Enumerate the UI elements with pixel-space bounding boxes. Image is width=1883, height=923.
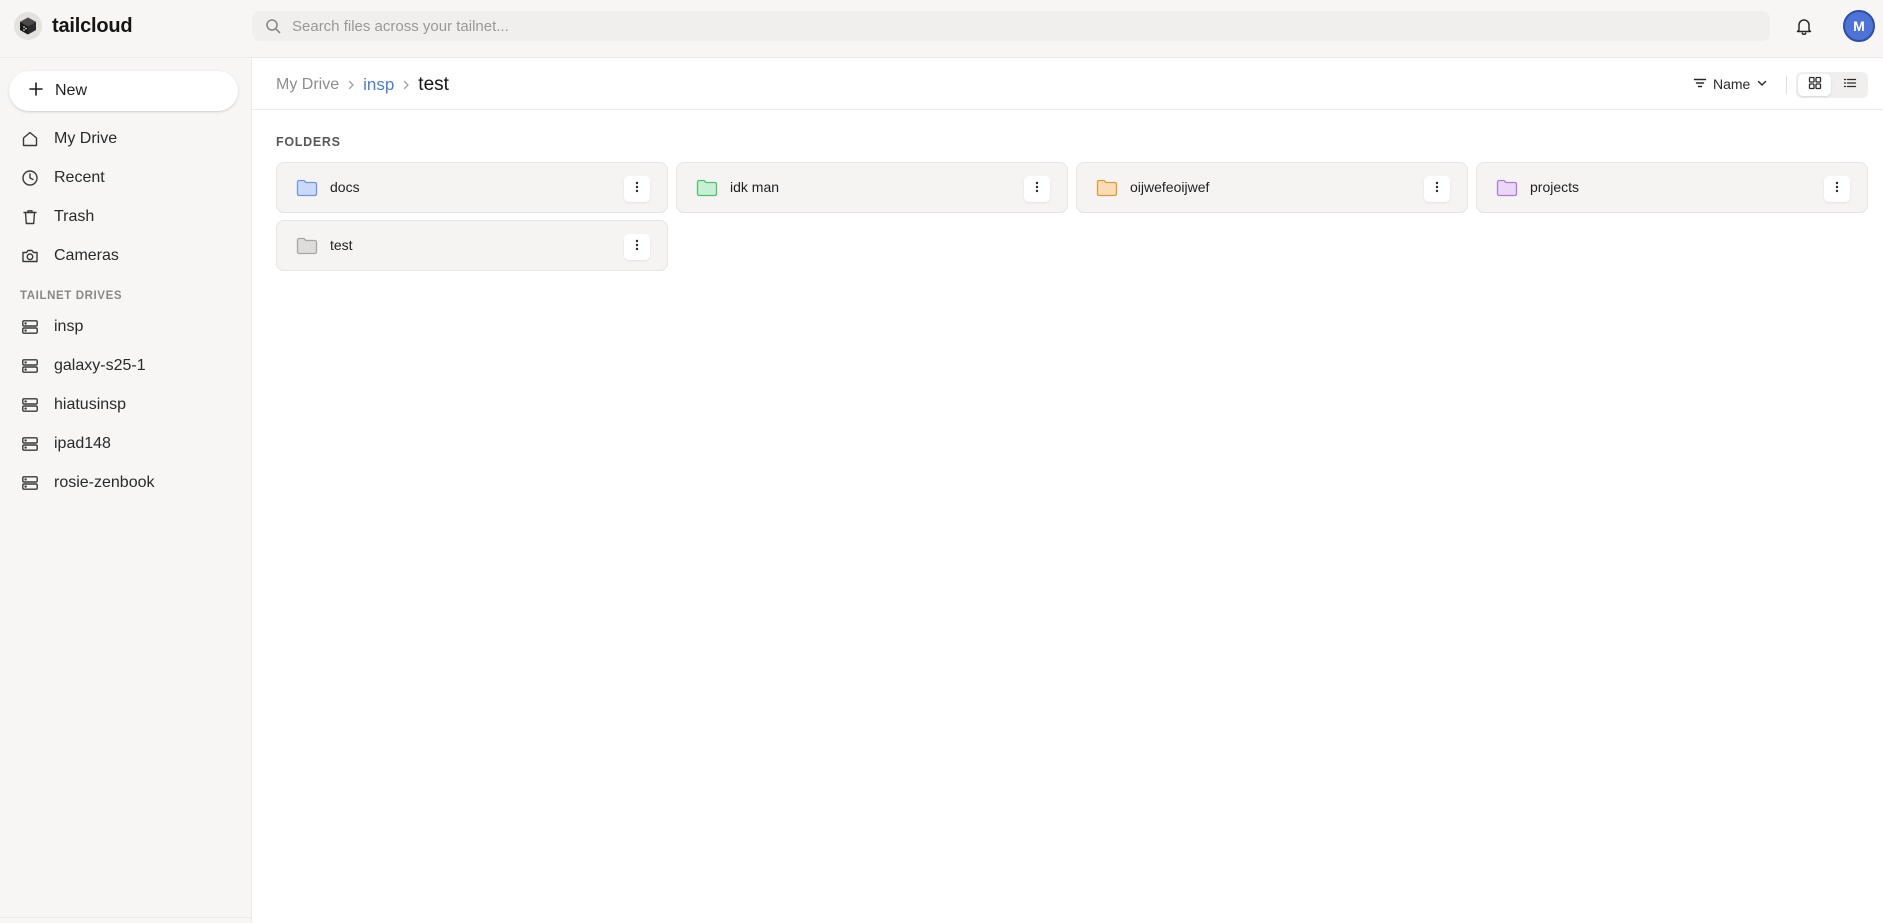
search-bar <box>252 11 1770 41</box>
sidebar-item-recent[interactable]: Recent <box>9 160 238 196</box>
toolbar-divider <box>1786 76 1787 94</box>
folder-icon <box>1496 179 1518 197</box>
new-button-label: New <box>55 82 88 99</box>
chevron-right-icon <box>345 79 357 91</box>
app-name: tailcloud <box>52 14 133 37</box>
folder-card-idk-man[interactable]: idk man <box>676 162 1068 213</box>
clock-icon <box>20 168 40 188</box>
folder-more-button[interactable] <box>624 234 650 260</box>
breadcrumb: My Drive insp test <box>276 73 449 97</box>
breadcrumb-my-drive[interactable]: My Drive <box>276 76 339 94</box>
server-icon <box>20 473 40 493</box>
list-icon <box>1843 76 1857 95</box>
camera-icon <box>20 246 40 266</box>
folder-icon <box>696 179 718 197</box>
folder-name: docs <box>330 179 360 195</box>
new-button[interactable]: New <box>9 71 238 111</box>
folder-icon <box>296 237 318 255</box>
folder-card-oijwefeoijwef[interactable]: oijwefeoijwef <box>1076 162 1468 213</box>
sidebar-item-label: Recent <box>54 169 105 186</box>
top-bar: tailcloud M <box>0 0 1883 58</box>
list-view-button[interactable] <box>1833 74 1866 96</box>
folder-icon <box>1096 179 1118 197</box>
more-vertical-icon <box>635 180 639 198</box>
main-content: My Drive insp test Name FOLDERS docs idk… <box>252 58 1883 923</box>
folder-name: test <box>330 237 353 253</box>
server-icon <box>20 395 40 415</box>
folder-icon <box>296 179 318 197</box>
grid-icon <box>1808 76 1822 95</box>
filter-lines-icon <box>1693 76 1707 93</box>
folder-card-test[interactable]: test <box>276 220 668 271</box>
notifications-bell-icon[interactable] <box>1792 14 1816 38</box>
sidebar-drive-label: insp <box>54 318 84 335</box>
breadcrumb-insp[interactable]: insp <box>363 75 394 95</box>
content-header: My Drive insp test Name <box>252 58 1883 110</box>
sidebar-drive-label: ipad148 <box>54 435 111 452</box>
more-vertical-icon <box>1035 180 1039 198</box>
sidebar-drive-label: rosie-zenbook <box>54 474 155 491</box>
more-vertical-icon <box>1835 180 1839 198</box>
folder-more-button[interactable] <box>1024 176 1050 202</box>
chevron-down-icon <box>1756 76 1768 92</box>
sidebar-item-my-drive[interactable]: My Drive <box>9 121 238 157</box>
folders-heading: FOLDERS <box>276 135 341 149</box>
sidebar-item-label: Trash <box>54 208 95 225</box>
view-toggle <box>1796 72 1868 98</box>
sidebar-drive-insp[interactable]: insp <box>9 309 238 345</box>
grid-view-button[interactable] <box>1798 74 1831 96</box>
server-icon <box>20 356 40 376</box>
sort-label: Name <box>1713 76 1751 92</box>
server-icon <box>20 434 40 454</box>
user-avatar[interactable]: M <box>1843 10 1875 42</box>
home-icon <box>20 129 40 149</box>
plus-icon <box>29 81 43 101</box>
sidebar-divider <box>0 917 252 918</box>
trash-icon <box>20 207 40 227</box>
sidebar-item-label: Cameras <box>54 247 119 264</box>
sidebar-drive-ipad148[interactable]: ipad148 <box>9 426 238 462</box>
breadcrumb-current: test <box>418 74 449 95</box>
sidebar-item-label: My Drive <box>54 130 118 147</box>
sidebar-drive-rosie-zenbook[interactable]: rosie-zenbook <box>9 465 238 501</box>
folder-name: oijwefeoijwef <box>1130 179 1210 195</box>
sidebar-drive-galaxy-s25-1[interactable]: galaxy-s25-1 <box>9 348 238 384</box>
more-vertical-icon <box>635 238 639 256</box>
sidebar: New My Drive Recent Trash Cameras TAILNE… <box>0 58 252 923</box>
folder-more-button[interactable] <box>624 176 650 202</box>
search-icon <box>258 11 288 41</box>
sidebar-item-cameras[interactable]: Cameras <box>9 238 238 274</box>
sidebar-drive-label: hiatusinsp <box>54 396 127 413</box>
folder-card-projects[interactable]: projects <box>1476 162 1868 213</box>
sidebar-drive-label: galaxy-s25-1 <box>54 357 146 374</box>
sidebar-drive-hiatusinsp[interactable]: hiatusinsp <box>9 387 238 423</box>
folder-more-button[interactable] <box>1824 176 1850 202</box>
chevron-right-icon <box>400 79 412 91</box>
server-icon <box>20 317 40 337</box>
folder-card-docs[interactable]: docs <box>276 162 668 213</box>
folder-name: idk man <box>730 179 780 195</box>
sidebar-item-trash[interactable]: Trash <box>9 199 238 235</box>
folder-more-button[interactable] <box>1424 176 1450 202</box>
search-input[interactable] <box>292 17 1692 35</box>
tailnet-drives-heading: TAILNET DRIVES <box>20 290 123 302</box>
app-logo[interactable]: tailcloud <box>14 12 133 40</box>
sort-button[interactable]: Name <box>1693 72 1768 96</box>
cube-logo-icon <box>14 12 42 40</box>
folder-name: projects <box>1530 179 1580 195</box>
more-vertical-icon <box>1435 180 1439 198</box>
